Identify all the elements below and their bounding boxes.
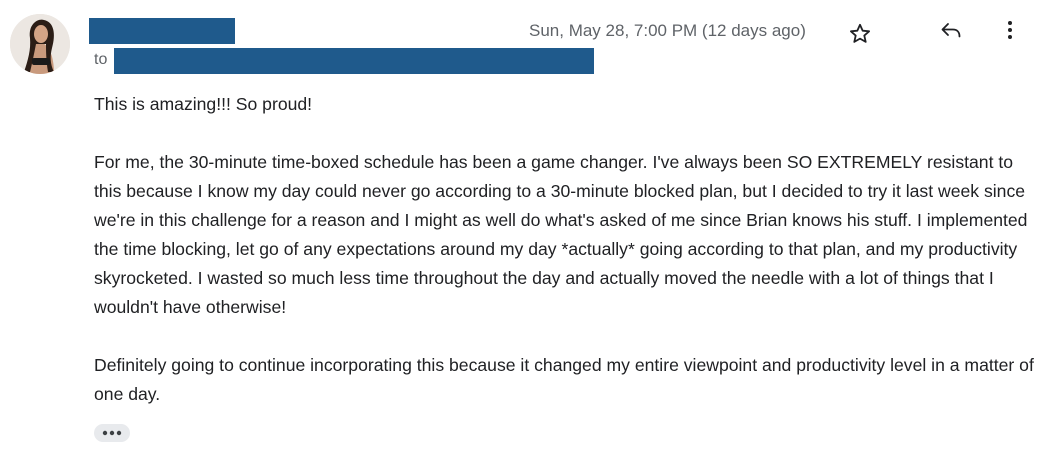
to-label: to <box>94 51 108 68</box>
star-button[interactable] <box>846 20 874 48</box>
reply-icon <box>941 23 961 38</box>
sender-name-redacted <box>89 18 235 44</box>
message-date: Sun, May 28, 7:00 PM (12 days ago) <box>529 21 806 40</box>
message-body: This is amazing!!! So proud! For me, the… <box>94 90 1034 409</box>
avatar-photo <box>10 14 70 74</box>
sender-avatar[interactable] <box>10 14 70 74</box>
message-paragraph: For me, the 30-minute time-boxed schedul… <box>94 152 1028 317</box>
message-paragraph: Definitely going to continue incorporati… <box>94 355 1034 404</box>
ellipsis-icon <box>102 430 122 436</box>
show-trimmed-content-button[interactable] <box>94 424 130 442</box>
message-paragraph: This is amazing!!! So proud! <box>94 94 313 114</box>
recipient-redacted <box>114 48 594 74</box>
more-options-button[interactable] <box>998 16 1022 44</box>
star-icon <box>850 23 870 43</box>
reply-button[interactable] <box>936 16 966 44</box>
more-vert-icon <box>1008 21 1012 39</box>
